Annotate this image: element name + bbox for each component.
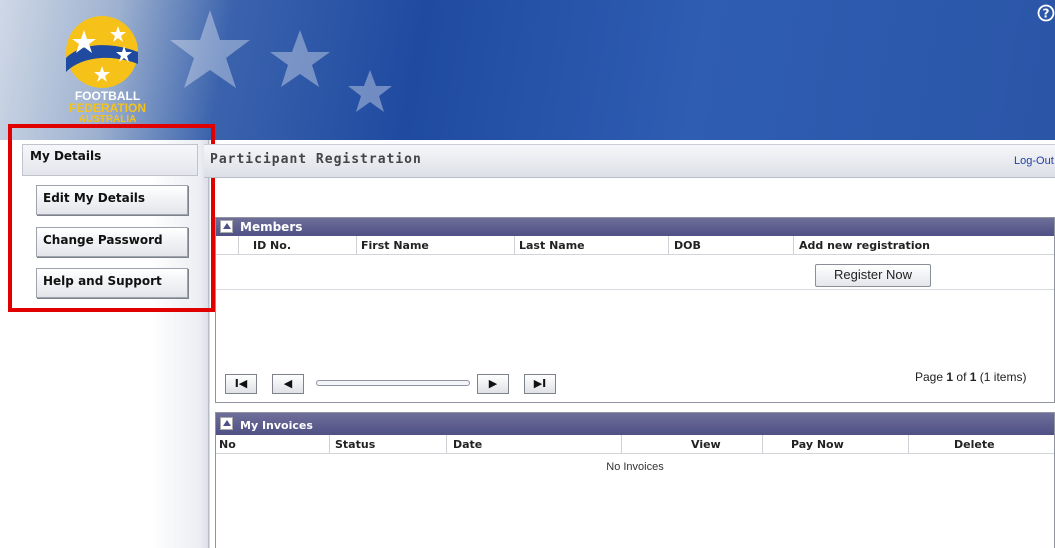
page-title: Participant Registration bbox=[210, 152, 422, 167]
members-panel-header: Members bbox=[216, 218, 1054, 236]
last-page-button[interactable]: ▶I bbox=[524, 374, 556, 394]
banner-stars-decoration bbox=[170, 10, 392, 112]
page-slider[interactable] bbox=[316, 380, 470, 386]
invoices-panel: My Invoices No Status Date View Pay Now … bbox=[215, 412, 1055, 548]
col-delete[interactable]: Delete bbox=[954, 438, 995, 451]
members-row-divider bbox=[216, 289, 1054, 290]
members-title: Members bbox=[240, 220, 303, 234]
col-dob[interactable]: DOB bbox=[674, 239, 701, 252]
prev-page-button[interactable]: ◀ bbox=[272, 374, 304, 394]
invoices-column-header: No Status Date View Pay Now Delete bbox=[216, 435, 1054, 454]
col-view[interactable]: View bbox=[691, 438, 721, 451]
help-icon[interactable]: ? bbox=[1037, 4, 1055, 22]
logo-line-federation: FEDERATION bbox=[68, 101, 147, 115]
col-add-new-registration: Add new registration bbox=[799, 239, 930, 252]
page-info-of: of bbox=[956, 370, 967, 384]
logo-wordmark: FOOTBALL FEDERATION AUSTRALIA bbox=[50, 90, 165, 126]
page-info: Page 1 of 1 (1 items) bbox=[915, 370, 1026, 384]
invoices-panel-header: My Invoices bbox=[216, 413, 1054, 435]
logout-link[interactable]: Log-Out bbox=[1014, 155, 1054, 167]
page-info-prefix: Page bbox=[915, 370, 944, 384]
col-pay-now[interactable]: Pay Now bbox=[791, 438, 844, 451]
col-status[interactable]: Status bbox=[335, 438, 375, 451]
first-page-button[interactable]: I◀ bbox=[225, 374, 257, 394]
col-first-name[interactable]: First Name bbox=[361, 239, 429, 252]
members-column-header: ID No. First Name Last Name DOB Add new … bbox=[216, 236, 1054, 255]
invoices-title: My Invoices bbox=[240, 419, 313, 432]
members-collapse-icon[interactable] bbox=[220, 220, 233, 233]
col-id-no[interactable]: ID No. bbox=[253, 239, 291, 252]
col-date[interactable]: Date bbox=[453, 438, 482, 451]
col-no[interactable]: No bbox=[219, 438, 236, 451]
no-invoices-message: No Invoices bbox=[606, 461, 664, 473]
page-total: 1 bbox=[969, 370, 977, 384]
svg-text:?: ? bbox=[1043, 7, 1050, 21]
next-page-button[interactable]: ▶ bbox=[477, 374, 509, 394]
page-items: (1 items) bbox=[979, 370, 1027, 384]
col-last-name[interactable]: Last Name bbox=[519, 239, 585, 252]
highlight-box bbox=[8, 124, 215, 312]
invoices-collapse-icon[interactable] bbox=[220, 417, 233, 430]
page-current: 1 bbox=[946, 370, 954, 384]
register-now-button[interactable]: Register Now bbox=[815, 264, 931, 287]
